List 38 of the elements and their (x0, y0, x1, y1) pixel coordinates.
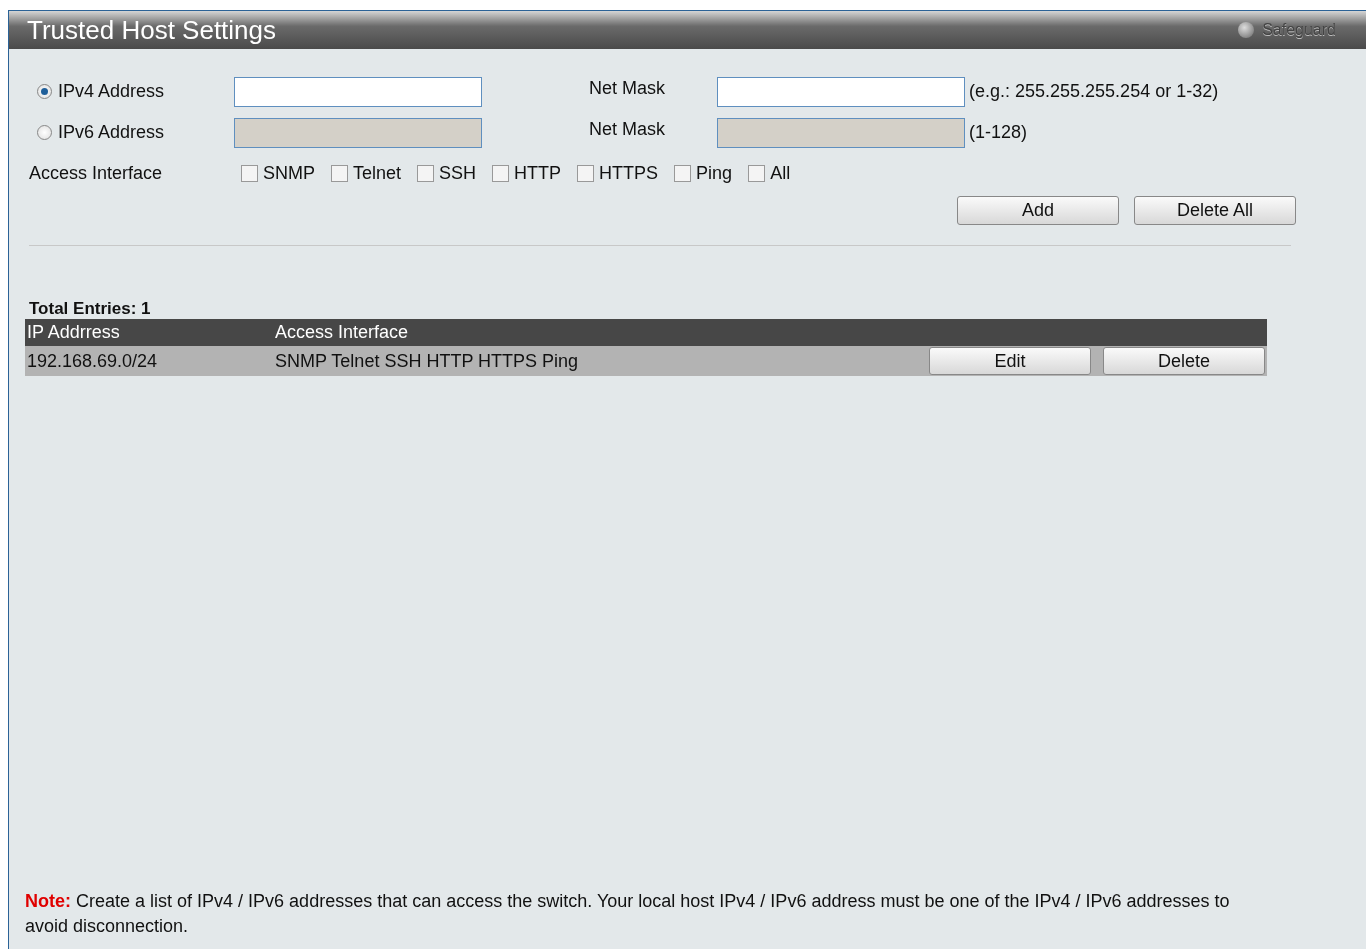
note-text: Note: Create a list of IPv4 / IPv6 addresses that can access the switch. Your local host IPv4 / IPv6 address must be one of the IPv4 / IPv6 addresses to avoid disconnection. (25, 890, 1231, 938)
net-mask-label: Net Mask (588, 78, 667, 99)
checkbox-label: HTTPS (599, 162, 659, 184)
checkbox[interactable] (492, 164, 510, 182)
checkbox[interactable] (748, 164, 766, 182)
row-action-button[interactable]: Delete (1103, 347, 1265, 375)
page-title: Trusted Host Settings (27, 14, 277, 46)
table-cell: SNMP Telnet SSH HTTP HTTPS Ping (273, 346, 735, 376)
hint-text: (e.g.: 255.255.255.254 or 1-32) (969, 81, 1219, 102)
column-header: IP Addrress (25, 319, 273, 346)
net-mask-label: Net Mask (588, 119, 667, 140)
checkbox[interactable] (331, 164, 348, 182)
net-mask-field[interactable] (717, 76, 965, 107)
checkbox-label: Telnet (353, 162, 402, 184)
access-interface-label: Access Interface (29, 162, 164, 184)
column-header: Access Interface (273, 319, 1267, 346)
address-field[interactable] (234, 76, 482, 107)
hint-text: (1-128) (969, 122, 1028, 143)
total-entries: Total Entries: 1 (29, 299, 152, 319)
form-button[interactable]: Add (957, 196, 1119, 225)
radio-label: IPv4 Address (58, 81, 165, 102)
checkbox-label: SNMP (263, 162, 315, 184)
checkbox-label: HTTP (514, 162, 562, 184)
checkbox[interactable] (417, 164, 435, 182)
radio-button[interactable] (37, 84, 52, 99)
table-cell: 192.168.69.0/24 (25, 346, 273, 376)
status-dot-icon (1238, 22, 1255, 38)
radio-button[interactable] (37, 125, 52, 140)
checkbox[interactable] (577, 164, 595, 182)
checkbox-label: SSH (439, 162, 477, 184)
checkbox[interactable] (674, 164, 692, 182)
checkbox[interactable] (241, 164, 258, 182)
checkbox-label: Ping (696, 162, 733, 184)
checkbox-label: All (770, 162, 791, 184)
form-button[interactable]: Delete All (1134, 196, 1296, 225)
safeguard-label: Safeguard (1262, 21, 1336, 39)
radio-label: IPv6 Address (58, 122, 165, 143)
row-action-button[interactable]: Edit (929, 347, 1091, 375)
